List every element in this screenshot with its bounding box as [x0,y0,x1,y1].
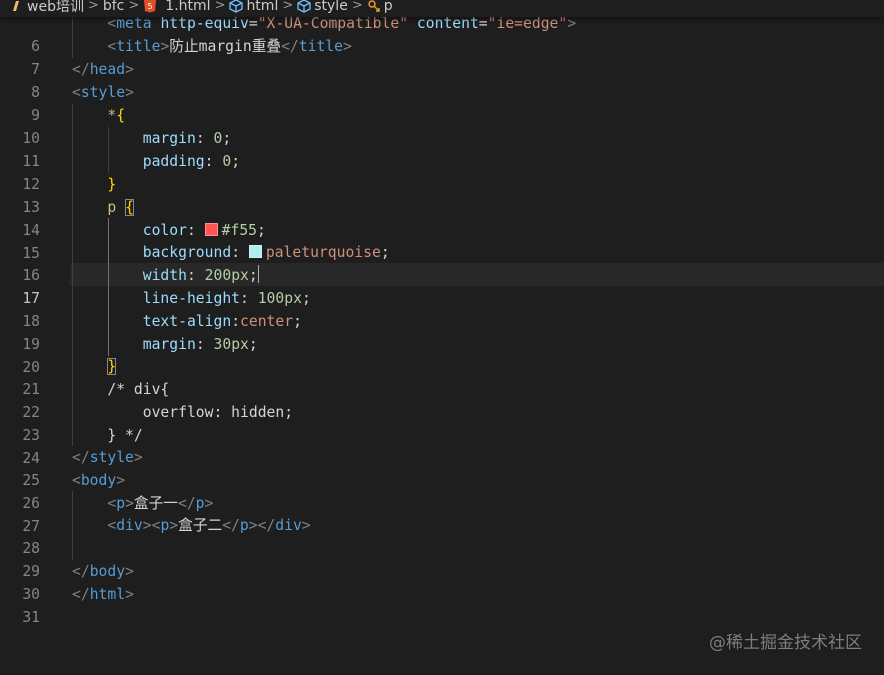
code-line[interactable]: 29 [0,537,884,580]
code-line[interactable]: 18 line-height: 100px; [0,287,884,330]
code-line[interactable]: 27 <p>盒子一</p> [0,492,884,535]
code-line[interactable]: 20 margin: 30px; [0,333,884,376]
code-line[interactable]: 10 *{ [0,104,884,147]
code-line[interactable]: 9 <style> [0,81,884,124]
selector-icon [368,0,380,12]
code-line[interactable]: 7 <title>防止margin重叠</title> [0,35,884,78]
code-line[interactable]: 13 } [0,173,884,216]
code-line[interactable]: 22 /* div{ [0,378,884,421]
html5-icon: 5 [144,0,157,12]
code-line[interactable]: 16 background: paleturquoise; [0,241,884,284]
code-line[interactable]: 21 } [0,355,884,398]
breadcrumb-item-bfc[interactable]: bfc [103,0,125,14]
svg-text:5: 5 [148,2,153,11]
breadcrumb-separator: > [87,0,99,13]
code-line[interactable]: 11 margin: 0; [0,127,884,170]
code-line[interactable]: 15 color: #f55; [0,219,884,262]
code-line[interactable]: 24 } */ [0,424,884,467]
color-swatch[interactable] [248,245,262,258]
breadcrumb-separator: > [282,0,294,13]
breadcrumb: web培训 > bfc > 5 1.html > html > style > … [0,0,884,17]
breadcrumb-item-style[interactable]: style [297,0,348,14]
code-line[interactable]: 14 p { [0,196,884,239]
breadcrumb-separator: > [128,0,140,13]
cube-icon [297,0,311,13]
line-number: 31 [22,609,40,626]
breadcrumb-item-p[interactable]: p [367,0,393,14]
breadcrumb-item-file[interactable]: 5 1.html [143,0,211,14]
code-line[interactable]: 28 <div><p>盒子二</p></div> [0,514,884,557]
code-line[interactable]: 30 </body> [0,560,884,603]
watermark: @稀土掘金技术社区 [709,633,862,653]
code-line-active[interactable]: 17 width: 200px; [0,264,884,307]
cube-icon [229,0,244,13]
breadcrumb-separator: > [351,0,363,13]
folder-icon [13,0,19,11]
code-line[interactable]: 26 <body> [0,469,884,512]
code-line[interactable]: 19 text-align:center; [0,310,884,353]
code-line[interactable]: 31 </html> [0,583,884,626]
code-line[interactable]: 23 overflow: hidden; [0,401,884,444]
code-line[interactable]: 25 </style> [0,446,884,489]
code-editor[interactable]: 6 <meta http-equiv="X-UA-Compatible" con… [0,0,884,672]
breadcrumb-separator: > [214,0,226,13]
breadcrumb-item-html[interactable]: html [229,0,278,14]
text-caret [257,265,259,283]
color-swatch[interactable] [204,223,218,236]
code-line[interactable]: 8 </head> [0,58,884,101]
code-line[interactable]: 12 padding: 0; [0,150,884,193]
breadcrumb-item-folder[interactable]: web培训 [10,0,84,16]
